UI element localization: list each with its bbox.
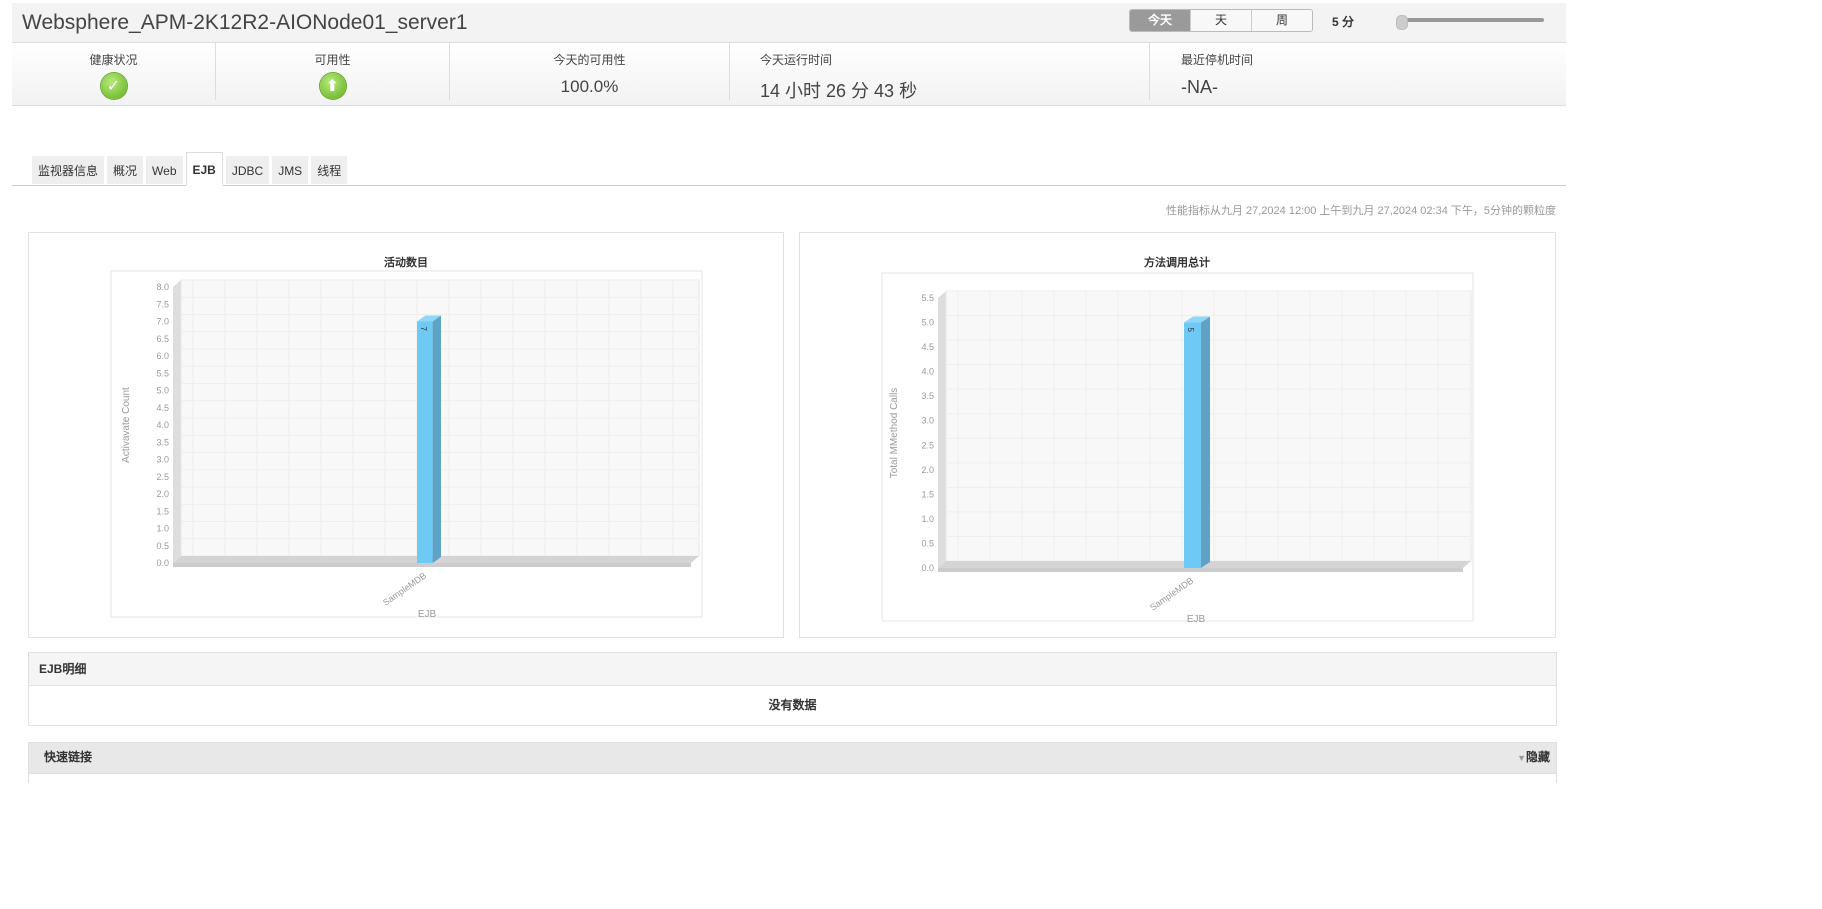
y-tick-label: 5.5 [921,293,934,303]
hide-label: 隐藏 [1525,750,1550,764]
y-tick-label: 1.5 [921,489,934,499]
x-tick-label: SampleMDB [1148,575,1195,612]
period-day[interactable]: 天 [1190,10,1251,31]
y-tick-label: 3.0 [921,416,934,426]
quick-links-title: 快速链接 [44,750,93,764]
tab-jdbc[interactable]: JDBC [225,156,270,184]
check-circle-icon: ✓ [100,73,127,99]
bar [417,321,433,563]
method-calls-chart: 方法调用总计 0.0 0.5 1.0 1.5 2.0 2.5 3.0 3.5 4.0 4.5 5.0 5… [881,255,1474,625]
tab-bar: 监视器信息 概况 Web EJB JDBC JMS 线程 [12,152,1566,186]
health-label: 健康状况 [89,53,138,67]
y-tick-label: 1.0 [921,514,934,524]
bar-value-label: 5 [1186,328,1195,333]
x-axis-label: EJB [418,609,437,620]
y-tick-label: 7.5 [156,299,169,309]
status-bar: 健康状况 ✓ 可用性 ⬆ 今天的可用性 100.0% 今天运行时间 14 小时 … [12,43,1566,106]
health-status: 健康状况 ✓ [12,43,216,100]
y-tick-label: 5.0 [156,386,169,396]
y-tick-label: 0.5 [921,538,934,548]
ejb-detail-title: EJB明细 [29,653,1556,686]
floor-edge [173,563,691,567]
y-tick-label: 1.5 [156,506,169,516]
y-tick-label: 4.5 [156,403,169,413]
tab-web[interactable]: Web [146,156,183,184]
downtime-value: -NA- [1181,77,1218,97]
uptime-label: 今天运行时间 [760,53,833,67]
last-downtime: 最近停机时间 -NA- [1151,43,1566,100]
quick-links-header: 快速链接 ▼隐藏 [29,743,1556,774]
bar-side [1200,316,1210,568]
downtime-label: 最近停机时间 [1181,53,1254,67]
chart-title: 方法调用总计 [1144,255,1210,269]
bar-side [432,315,441,563]
y-tick-label: 2.0 [921,465,934,475]
page-title: Websphere_APM-2K12R2-AIONode01_server1 [22,11,468,34]
floor-edge [938,568,1463,572]
uptime: 今天运行时间 14 小时 26 分 43 秒 [730,43,1150,101]
y-tick-label: 4.0 [156,420,169,430]
availability-status: 可用性 ⬆ [216,43,450,100]
no-data-text: 没有数据 [768,698,817,712]
chart-title: 活动数目 [384,255,428,269]
y-tick-label: 6.5 [156,334,169,344]
period-selector: 今天 天 周 [1129,9,1313,32]
tab-jms[interactable]: JMS [272,156,309,184]
y-axis-label: Activavate Count [121,387,132,463]
y-tick-label: 1.0 [156,524,169,534]
period-today[interactable]: 今天 [1130,10,1190,31]
slider-handle[interactable] [1396,15,1408,30]
tab-overview[interactable]: 概况 [107,156,144,184]
today-availability: 今天的可用性 100.0% [450,43,730,100]
uptime-value: 14 小时 26 分 43 秒 [760,81,918,101]
granularity-slider[interactable] [1398,18,1544,22]
tab-threads[interactable]: 线程 [311,156,348,184]
today-avail-value: 100.0% [560,77,619,96]
y-tick-label: 0.5 [156,541,169,551]
y-tick-label: 3.5 [921,391,934,401]
time-range-text: 性能指标从九月 27,2024 12:00 上午到九月 27,2024 02:3… [1165,205,1556,217]
today-avail-label: 今天的可用性 [553,53,626,67]
y-tick-label: 3.5 [156,437,169,447]
y-tick-label: 2.5 [921,440,934,450]
back-wall-side [938,291,946,568]
y-tick-label: 0.0 [156,558,169,568]
tab-monitor-info[interactable]: 监视器信息 [32,156,105,184]
y-tick-label: 8.0 [156,282,169,292]
x-tick-label: SampleMDB [381,570,428,607]
y-tick-label: 4.0 [921,367,934,377]
y-tick-label: 4.5 [921,342,934,352]
x-axis-label: EJB [1187,614,1206,625]
bar [1184,322,1201,568]
active-count-chart: 活动数目 0.0 0.5 1.0 1.5 2.0 2.5 3.0 3.5 4.0 4.5 5.0 5.5… [110,255,703,620]
granularity-label: 5 分 [1332,15,1355,29]
y-tick-label: 2.5 [156,472,169,482]
period-week[interactable]: 周 [1251,10,1312,31]
chart-panel-method-calls: 方法调用总计 0.0 0.5 1.0 1.5 2.0 2.5 3.0 3.5 4.0 4.5 5.0 5… [799,232,1556,638]
y-tick-label: 6.0 [156,351,169,361]
y-tick-label: 5.5 [156,368,169,378]
y-tick-label: 0.0 [921,563,934,573]
chart-panel-active-count: 活动数目 0.0 0.5 1.0 1.5 2.0 2.5 3.0 3.5 4.0 4.5 5.0 5.5… [28,232,784,638]
y-tick-label: 7.0 [156,317,169,327]
hide-toggle[interactable]: ▼隐藏 [1517,743,1550,772]
back-wall-side [173,280,181,563]
y-tick-label: 3.0 [156,455,169,465]
y-tick-label: 5.0 [921,318,934,328]
y-axis-label: Total MMethod Calls [889,388,900,479]
y-tick-label: 2.0 [156,489,169,499]
triangle-down-icon: ▼ [1517,753,1526,763]
bar-value-label: 7 [419,327,428,332]
tab-ejb[interactable]: EJB [185,152,223,186]
up-arrow-icon: ⬆ [319,73,346,99]
availability-label: 可用性 [314,53,351,67]
quick-links-section: 快速链接 ▼隐藏 [28,742,1557,783]
ejb-detail-section: EJB明细 没有数据 [28,652,1557,726]
